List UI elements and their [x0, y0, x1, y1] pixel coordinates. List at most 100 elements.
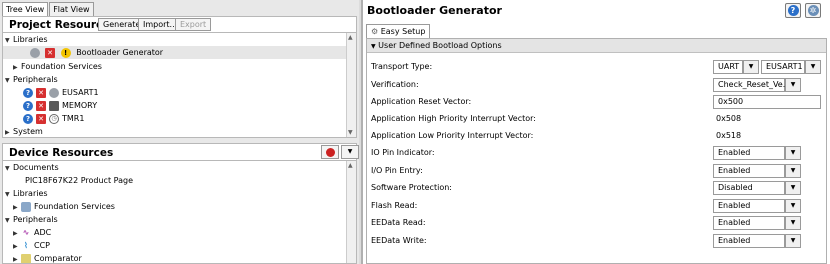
io-indicator-dropdown[interactable]: ▼	[785, 146, 801, 160]
timer-icon: ◷	[49, 113, 59, 124]
high-vector-value: 0x508	[716, 114, 742, 123]
library-icon	[21, 201, 31, 212]
verification-select[interactable]: Check_Reset_Ve...	[713, 78, 790, 92]
bootloader-title: Bootloader Generator	[367, 4, 502, 17]
tree-item-eusart1[interactable]: ? ✕ EUSART1	[23, 86, 99, 99]
expand-arrow-icon[interactable]: ▼	[5, 188, 13, 201]
io-entry-label: I/O Pin Entry:	[371, 166, 423, 175]
scroll-up-icon[interactable]: ▲	[348, 34, 353, 41]
eedata-write-select[interactable]: Enabled	[713, 234, 785, 248]
eedata-write-label: EEData Write:	[371, 236, 427, 245]
remove-icon[interactable]: ✕	[45, 47, 56, 58]
ccp-icon: ⌇	[21, 240, 31, 251]
tree-item-foundation-services[interactable]: ▶ Foundation Services	[13, 200, 115, 213]
eedata-read-dropdown[interactable]: ▼	[785, 216, 801, 230]
project-tree-scrollbar[interactable]: ▲ ▼	[346, 33, 356, 137]
gear-icon	[49, 87, 59, 98]
section-header[interactable]: ▼ User Defined Bootload Options	[367, 39, 826, 53]
memory-icon	[49, 100, 59, 111]
eedata-write-dropdown[interactable]: ▼	[785, 234, 801, 248]
remove-icon[interactable]: ✕	[36, 113, 46, 124]
tree-item-bootloader[interactable]: ✕ ! Bootloader Generator	[3, 46, 347, 59]
remove-icon[interactable]: ✕	[36, 87, 46, 98]
tab-tree-view[interactable]: Tree View	[2, 2, 49, 16]
remove-icon[interactable]: ✕	[36, 100, 46, 111]
sw-protection-dropdown[interactable]: ▼	[785, 181, 801, 195]
io-entry-select[interactable]: Enabled	[713, 164, 785, 178]
verification-label: Verification:	[371, 80, 419, 89]
eedata-read-select[interactable]: Enabled	[713, 216, 785, 230]
settings-button[interactable]: ✲	[805, 3, 821, 18]
gear-icon	[29, 47, 40, 58]
device-resources-header: Device Resources ▼	[2, 143, 359, 160]
scroll-down-icon[interactable]: ▼	[348, 129, 353, 136]
device-tree-scrollbar[interactable]: ▲	[346, 161, 356, 263]
transport-type-label: Transport Type:	[371, 62, 433, 71]
stop-button[interactable]	[321, 145, 339, 159]
collapse-arrow-icon[interactable]: ▶	[13, 253, 21, 263]
collapse-arrow-icon[interactable]: ▼	[371, 43, 376, 50]
tree-item-peripherals[interactable]: ▼ Peripherals	[5, 73, 58, 86]
low-vector-value: 0x518	[716, 131, 742, 140]
tree-item-tmr1[interactable]: ? ✕ ◷ TMR1	[23, 112, 84, 125]
flash-read-select[interactable]: Enabled	[713, 199, 785, 213]
low-vector-label: Application Low Priority Interrupt Vecto…	[371, 131, 534, 140]
tree-item-documents[interactable]: ▼ Documents	[5, 161, 59, 174]
tree-item-adc[interactable]: ▶ ∿ ADC	[13, 226, 51, 239]
tree-item-ccp[interactable]: ▶ ⌇ CCP	[13, 239, 50, 252]
transport-port-dropdown[interactable]: ▼	[805, 60, 821, 74]
stop-icon	[325, 148, 335, 157]
help-icon: ?	[787, 5, 799, 16]
sw-protection-label: Software Protection:	[371, 183, 452, 192]
setup-icon: ⚙	[371, 27, 379, 36]
flash-read-label: Flash Read:	[371, 201, 418, 210]
view-tabs: Tree View Flat View	[2, 2, 95, 16]
high-vector-label: Application High Priority Interrupt Vect…	[371, 114, 536, 123]
project-resources-header: Project Resources Generate Import... Exp…	[2, 16, 357, 32]
tree-item-memory[interactable]: ? ✕ MEMORY	[23, 99, 97, 112]
bootloader-panel: Bootloader Generator ? ✲ ⚙ Easy Setup ▼ …	[361, 0, 830, 264]
transport-type-select[interactable]: UART	[713, 60, 743, 74]
help-icon[interactable]: ?	[23, 87, 33, 98]
tree-item-comparator[interactable]: ▶ Comparator	[13, 252, 82, 263]
io-entry-dropdown[interactable]: ▼	[785, 164, 801, 178]
io-indicator-label: IO Pin Indicator:	[371, 148, 435, 157]
project-resources-tree: ▼ Libraries ✕ ! Bootloader Generator ▶ Fou…	[2, 32, 357, 138]
bootload-options-section: ▼ User Defined Bootload Options Transpor…	[366, 38, 827, 264]
gear-icon: ✲	[807, 5, 819, 16]
adc-icon: ∿	[21, 227, 31, 238]
tab-flat-view[interactable]: Flat View	[49, 2, 94, 16]
flash-read-dropdown[interactable]: ▼	[785, 199, 801, 213]
eedata-read-label: EEData Read:	[371, 218, 426, 227]
scroll-up-icon[interactable]: ▲	[348, 162, 353, 169]
help-icon[interactable]: ?	[23, 100, 33, 111]
collapse-arrow-icon[interactable]: ▶	[5, 126, 13, 137]
device-resources-title: Device Resources	[9, 147, 114, 159]
export-button[interactable]: Export	[175, 18, 212, 31]
expand-arrow-icon[interactable]: ▼	[5, 74, 13, 87]
sw-protection-select[interactable]: Disabled	[713, 181, 785, 195]
left-panel: Tree View Flat View Project Resources Ge…	[0, 0, 359, 264]
io-indicator-select[interactable]: Enabled	[713, 146, 785, 160]
tree-item-peripherals[interactable]: ▼ Peripherals	[5, 213, 58, 226]
help-button[interactable]: ?	[785, 3, 801, 18]
expand-arrow-icon[interactable]: ▼	[5, 162, 13, 175]
device-resources-tree: ▼ Documents PIC18F67K22 Product Page ▼ Lib…	[2, 160, 357, 264]
transport-port-select[interactable]: EUSART1	[761, 60, 805, 74]
dropdown-button[interactable]: ▼	[341, 145, 359, 159]
expand-arrow-icon[interactable]: ▼	[5, 214, 13, 227]
reset-vector-input[interactable]: 0x500	[713, 95, 821, 109]
tree-item-libraries[interactable]: ▼ Libraries	[5, 187, 48, 200]
warning-icon: !	[60, 47, 71, 58]
tree-item-system[interactable]: ▶ System	[5, 125, 43, 137]
tree-item-foundation-services[interactable]: ▶ Foundation Services	[13, 60, 102, 73]
verification-dropdown[interactable]: ▼	[785, 78, 801, 92]
chevron-down-icon: ▼	[347, 148, 353, 155]
help-icon[interactable]: ?	[23, 113, 33, 124]
tree-item-libraries[interactable]: ▼ Libraries	[5, 33, 48, 46]
tree-item-product-page[interactable]: PIC18F67K22 Product Page	[25, 174, 133, 187]
transport-type-dropdown[interactable]: ▼	[743, 60, 759, 74]
tab-easy-setup[interactable]: ⚙ Easy Setup	[366, 24, 431, 38]
reset-vector-label: Application Reset Vector:	[371, 97, 472, 106]
comparator-icon	[21, 253, 31, 263]
